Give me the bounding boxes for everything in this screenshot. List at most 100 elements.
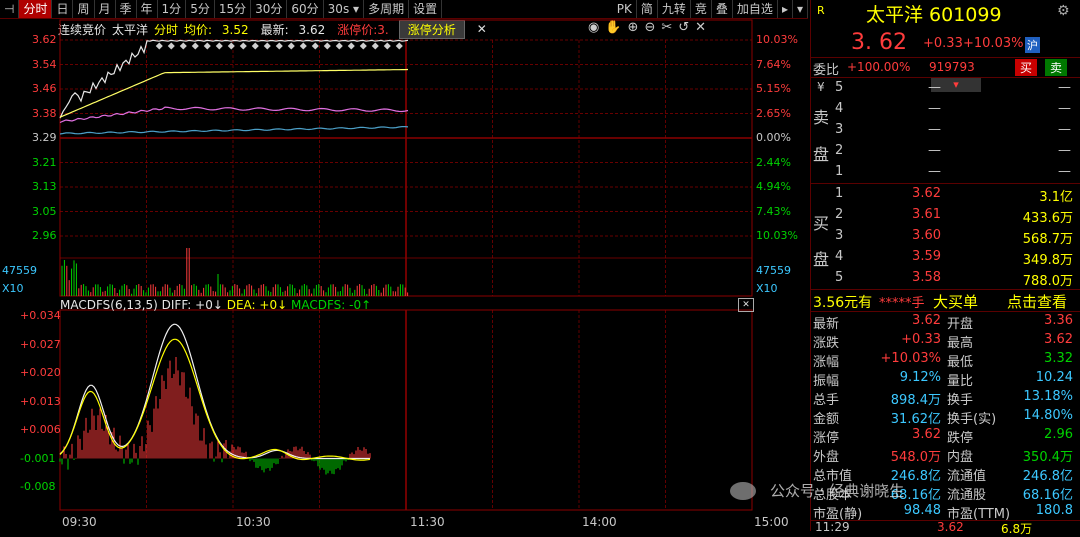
buy-level-row: 4: [835, 249, 844, 264]
divider: [811, 311, 1080, 312]
exchange-badge: 沪: [1025, 37, 1040, 53]
limit-marker: [203, 42, 211, 50]
macd-diff: DIFF: +0↓: [161, 298, 223, 312]
gear-icon[interactable]: ⚙: [1057, 3, 1070, 19]
stat-row: 振幅: [813, 374, 840, 389]
stat-row: 246.8亿: [1022, 469, 1073, 484]
magenta-overlay-line: [59, 106, 409, 124]
volume-unit-right: X10: [756, 282, 778, 295]
macd-tick: +0.034: [20, 309, 61, 322]
stat-row: +0.33: [901, 332, 941, 347]
limit-marker: [179, 42, 187, 50]
big-order-price: 3.56元有: [813, 295, 873, 311]
percent-tick: 2.65%: [756, 106, 791, 120]
limit-marker: [359, 42, 367, 50]
stat-row: 涨停: [813, 431, 840, 446]
sell-level-row: 3: [835, 122, 844, 137]
intraday-chart[interactable]: [0, 0, 808, 531]
buy-level-row: 3.1亿: [1039, 190, 1073, 205]
macd-dea: DEA: +0↓: [226, 298, 288, 312]
last-trade-volume: 6.8万: [1001, 522, 1033, 536]
stat-row: 流通股: [947, 488, 987, 503]
yen-icon: ¥: [817, 80, 825, 94]
buy-side-label-1: 买: [813, 214, 830, 233]
sell-side-label-2: 盘: [813, 145, 830, 164]
watermark-text: 公众号 · 经典谢晓生: [770, 482, 905, 500]
limit-marker: [311, 42, 319, 50]
stat-row: 3.62: [912, 313, 941, 328]
buy-level-row: 349.8万: [1022, 253, 1073, 268]
stat-row: 180.8: [1035, 503, 1073, 518]
volume-bars: [61, 248, 409, 296]
stat-row: 350.4万: [1022, 450, 1073, 465]
buy-level-row: 788.0万: [1022, 274, 1073, 289]
limit-marker: [395, 42, 403, 50]
macd-close-icon[interactable]: ✕: [738, 298, 754, 312]
price-tick: 3.46: [32, 82, 57, 95]
stat-row: 总手: [813, 393, 840, 408]
time-label-1500: 15:00: [754, 515, 789, 529]
buy-button[interactable]: 买: [1015, 59, 1038, 76]
stat-row: +10.03%: [880, 351, 941, 366]
price-tick: 3.21: [32, 155, 57, 169]
macd-tick: +0.013: [20, 394, 61, 408]
price-tick: 3.05: [32, 204, 57, 218]
divider: [811, 57, 1080, 58]
macd-header: MACDFS(6,13,5) DIFF: +0↓ DEA: +0↓ MACDFS…: [60, 298, 371, 312]
percent-tick: 10.03%: [756, 33, 798, 46]
time-label-0930: 09:30: [62, 515, 97, 529]
r-badge: R: [817, 4, 825, 17]
limit-marker: [347, 42, 355, 50]
sell-button[interactable]: 卖: [1045, 59, 1068, 76]
macd-tick: +0.006: [20, 423, 61, 436]
limit-marker: [251, 42, 259, 50]
buy-level-row: 3.60: [912, 228, 941, 243]
macd-tick: -0.001: [20, 451, 56, 465]
big-order-label: 大买单: [933, 293, 979, 311]
macd-tick: +0.020: [20, 366, 61, 379]
price-change-pct: +10.03%: [963, 36, 1024, 51]
limit-up-markers: [155, 42, 403, 50]
sell-level-row: 1: [835, 164, 844, 179]
percent-tick: 4.94%: [756, 180, 791, 193]
sell-level-row: —: [928, 122, 941, 137]
volume-max-left: 47559: [2, 264, 37, 277]
buy-level-row: 3.58: [912, 270, 941, 285]
volume-unit-left: X10: [2, 282, 24, 295]
sell-level-row: 4: [835, 101, 844, 116]
sell-level-row: —: [1058, 122, 1071, 137]
stat-row: 98.48: [903, 503, 941, 518]
stat-row: 3.62: [912, 427, 941, 442]
buy-side-label-2: 盘: [813, 250, 830, 269]
stat-row: 最低: [947, 355, 974, 370]
stat-row: 9.12%: [899, 370, 941, 385]
blue-overlay-line: [59, 125, 409, 135]
current-price: 3. 62: [851, 30, 907, 55]
limit-marker: [239, 42, 247, 50]
stat-row: 最新: [813, 317, 840, 332]
view-big-order-link[interactable]: 点击查看: [1007, 291, 1067, 312]
volume-max-right: 47559: [756, 264, 791, 277]
sell-level-row: —: [1058, 164, 1071, 179]
stat-row: 内盘: [947, 450, 974, 465]
price-change: +0.33: [923, 36, 963, 51]
stat-row: 涨幅: [813, 355, 840, 370]
stat-row: 涨跌: [813, 336, 840, 351]
stat-row: 跌停: [947, 431, 974, 446]
sell-level-row: —: [928, 143, 941, 158]
price-tick: 3.62: [32, 33, 57, 46]
stat-row: 898.4万: [890, 393, 941, 408]
stat-row: 量比: [947, 374, 974, 389]
percent-tick: 7.43%: [756, 204, 791, 218]
quote-panel: R 太平洋 601099 ⚙ 3. 62 +0.33 +10.03% 沪 委比 …: [810, 0, 1080, 536]
wechat-icon: [730, 482, 756, 500]
stat-row: 换手: [947, 393, 974, 408]
buy-level-row: 5: [835, 270, 844, 285]
price-tick: 3.38: [32, 106, 57, 120]
macd-tick: +0.027: [20, 337, 61, 351]
stat-row: 3.32: [1044, 351, 1073, 366]
stat-row: 548.0万: [890, 450, 941, 465]
buy-level-row: 3.59: [912, 249, 941, 264]
limit-marker: [227, 42, 235, 50]
stat-row: 13.18%: [1023, 389, 1073, 404]
